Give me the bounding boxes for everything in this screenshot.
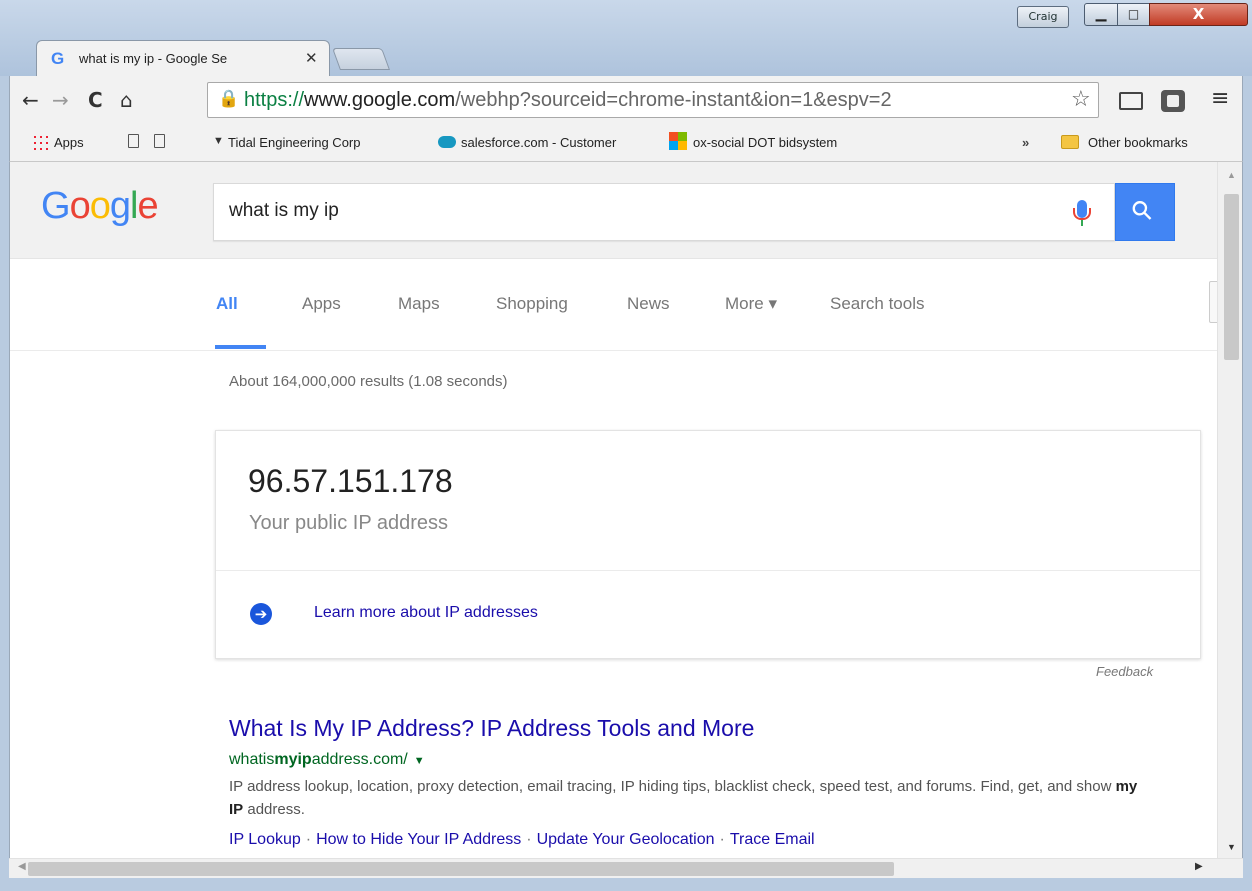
feedback-link[interactable]: Feedback xyxy=(1096,664,1153,679)
tab-search-tools[interactable]: Search tools xyxy=(830,294,925,314)
extension-icon[interactable] xyxy=(1161,90,1185,112)
sitelinks: IP Lookup · How to Hide Your IP Address · Up… xyxy=(229,831,815,849)
result-url-part: address.com/ xyxy=(311,751,408,768)
bookmark-apps[interactable]: Apps xyxy=(54,135,84,150)
google-header: Google what is my ip ⚲ xyxy=(10,162,1217,259)
bookmarks-bar: Apps ▼ Tidal Engineering Corp salesforce… xyxy=(9,126,1243,162)
sitelink-geolocation[interactable]: Update Your Geolocation xyxy=(537,831,715,848)
search-query-text[interactable]: what is my ip xyxy=(229,200,339,222)
ip-answer-card: 96.57.151.178 Your public IP address ➔ L… xyxy=(215,430,1201,659)
close-window-button[interactable]: X xyxy=(1149,3,1248,26)
tab-apps[interactable]: Apps xyxy=(302,294,341,314)
tab-title: what is my ip - Google Se xyxy=(79,51,228,66)
result-stats: About 164,000,000 results (1.08 seconds) xyxy=(229,373,508,390)
google-favicon-icon: G xyxy=(51,49,65,68)
minimize-button[interactable]: ▁ xyxy=(1084,3,1118,26)
bookmark-star-icon[interactable]: ☆ xyxy=(1071,87,1091,112)
ip-address-value: 96.57.151.178 xyxy=(248,463,453,499)
bookmark-ox-social[interactable]: ox-social DOT bidsystem xyxy=(693,135,883,150)
folder-icon xyxy=(1061,135,1079,149)
card-divider xyxy=(216,570,1200,571)
url-host: www.google.com xyxy=(304,89,456,111)
google-logo[interactable]: Google xyxy=(41,185,159,228)
url-text[interactable]: https://www.google.com/webhp?sourceid=ch… xyxy=(244,89,1064,112)
search-icon: ⚲ xyxy=(1125,193,1160,229)
horizontal-scroll-thumb[interactable] xyxy=(28,862,894,876)
tab-all[interactable]: All xyxy=(216,294,238,314)
result-url-part: whatis xyxy=(229,751,275,768)
bookmark-salesforce[interactable]: salesforce.com - Customer xyxy=(461,135,651,150)
result-url: whatismyipaddress.com/ ▼ xyxy=(229,751,425,769)
tab-close-icon[interactable]: ✕ xyxy=(305,49,318,67)
maximize-button[interactable]: □ xyxy=(1117,3,1150,26)
vertical-scrollbar[interactable]: ▲ ▼ xyxy=(1217,162,1242,878)
back-arrow-icon[interactable]: ← xyxy=(22,88,39,112)
search-tabs: All Apps Maps Shopping News More ▾ Searc… xyxy=(10,259,1219,351)
bookmarks-overflow-button[interactable]: » xyxy=(1022,135,1029,150)
active-tab-underline xyxy=(215,345,266,349)
microphone-icon[interactable] xyxy=(1073,200,1091,226)
tab-maps[interactable]: Maps xyxy=(398,294,440,314)
scroll-left-icon[interactable]: ◀ xyxy=(18,861,26,872)
snippet-text: address. xyxy=(243,801,305,818)
result-url-bold: myip xyxy=(274,751,312,768)
home-icon[interactable]: ⌂ xyxy=(120,88,133,112)
browser-toolbar: ← → C ⌂ 🔒 https://www.google.com/webhp?s… xyxy=(9,76,1243,126)
cast-icon[interactable] xyxy=(1119,92,1143,110)
result-url-dropdown-icon[interactable]: ▼ xyxy=(414,755,425,767)
title-bar: Craig ▁ □ X G what is my ip - Google Se … xyxy=(0,0,1252,76)
sitelink-separator: · xyxy=(526,831,532,848)
search-input[interactable]: what is my ip xyxy=(213,183,1115,241)
apps-grid-icon[interactable] xyxy=(32,134,48,150)
browser-tab-active[interactable]: G what is my ip - Google Se ✕ xyxy=(36,40,330,76)
browser-window: Craig ▁ □ X G what is my ip - Google Se … xyxy=(0,0,1252,891)
tidal-favicon-icon: ▼ xyxy=(213,135,224,147)
address-bar[interactable]: 🔒 https://www.google.com/webhp?sourceid=… xyxy=(207,82,1099,118)
new-tab-button[interactable] xyxy=(331,48,391,70)
horizontal-scrollbar[interactable]: ◀ ▶ xyxy=(9,858,1243,878)
sitelink-ip-lookup[interactable]: IP Lookup xyxy=(229,831,301,848)
reload-icon[interactable]: C xyxy=(88,88,103,112)
result-title-link[interactable]: What Is My IP Address? IP Address Tools … xyxy=(229,715,754,742)
other-bookmarks[interactable]: Other bookmarks xyxy=(1088,135,1188,150)
bookmark-tidal[interactable]: Tidal Engineering Corp xyxy=(228,135,428,150)
url-path: /webhp?sourceid=chrome-instant&ion=1&esp… xyxy=(455,89,892,111)
ip-address-caption: Your public IP address xyxy=(249,512,449,534)
scroll-right-icon[interactable]: ▶ xyxy=(1195,861,1203,872)
lock-icon[interactable]: 🔒 xyxy=(218,89,239,109)
learn-more-link[interactable]: Learn more about IP addresses xyxy=(314,604,538,622)
page-bookmark-icon[interactable] xyxy=(128,134,139,148)
scroll-up-icon[interactable]: ▲ xyxy=(1227,170,1236,180)
result-snippet: IP address lookup, location, proxy detec… xyxy=(229,775,1139,821)
snippet-text: IP address lookup, location, proxy detec… xyxy=(229,778,1116,795)
microsoft-logo-icon xyxy=(669,132,687,150)
scroll-down-icon[interactable]: ▼ xyxy=(1227,842,1236,852)
sitelink-separator: · xyxy=(719,831,725,848)
page-viewport: Google what is my ip ⚲ All Apps Maps Sho… xyxy=(9,162,1243,878)
page-bookmark-icon[interactable] xyxy=(154,134,165,148)
search-button[interactable]: ⚲ xyxy=(1115,183,1175,241)
sitelink-hide-ip[interactable]: How to Hide Your IP Address xyxy=(316,831,521,848)
forward-arrow-icon[interactable]: → xyxy=(52,88,69,112)
arrow-circle-icon[interactable]: ➔ xyxy=(250,603,272,625)
sitelink-trace-email[interactable]: Trace Email xyxy=(730,831,815,848)
vertical-scroll-thumb[interactable] xyxy=(1224,194,1239,360)
salesforce-cloud-icon xyxy=(438,136,456,148)
chrome-menu-icon[interactable]: ≡ xyxy=(1211,86,1229,111)
window-bottom-frame xyxy=(0,878,1252,891)
tab-more[interactable]: More ▾ xyxy=(725,294,777,314)
url-scheme: https:// xyxy=(244,89,305,111)
tab-news[interactable]: News xyxy=(627,294,670,314)
profile-button[interactable]: Craig xyxy=(1017,6,1069,28)
sitelink-separator: · xyxy=(305,831,312,848)
tab-shopping[interactable]: Shopping xyxy=(496,294,568,314)
